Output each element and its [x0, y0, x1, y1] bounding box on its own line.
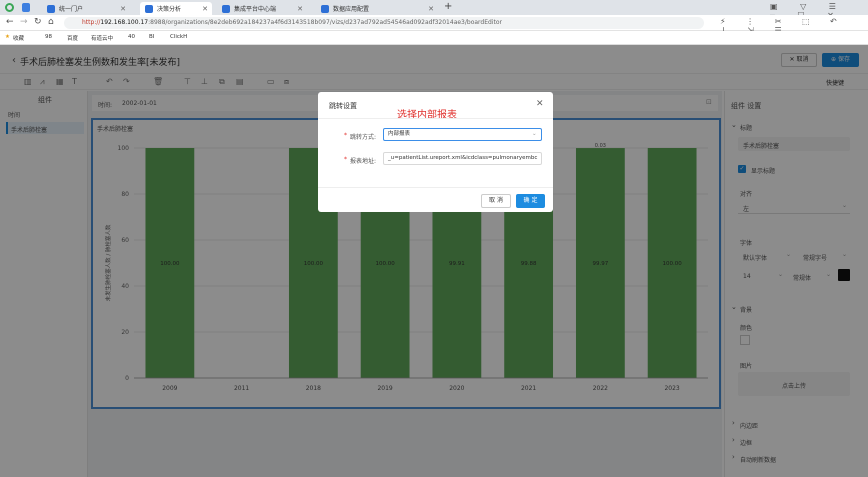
browser-logo-icon[interactable]	[5, 3, 14, 12]
dialog-cancel-button[interactable]: 取 消	[481, 194, 511, 208]
tab-integration-center[interactable]: 集成平台中心端 ✕	[217, 2, 307, 15]
bookmark-item[interactable]: BI	[149, 34, 154, 40]
url-input[interactable]: http://192.168.100.17:8988/organizations…	[64, 17, 704, 29]
url-scheme: http://	[82, 19, 101, 26]
close-icon[interactable]: ✕	[202, 5, 208, 13]
url-path: :8988/organizations/8e2deb692a184237a4f6…	[148, 19, 502, 26]
close-icon[interactable]: ✕	[120, 5, 126, 13]
chevron-down-icon: ⌄	[532, 131, 537, 137]
bookmark-item[interactable]: 40	[128, 34, 135, 40]
url-host: 192.168.100.17	[100, 19, 149, 26]
dialog-divider	[318, 118, 553, 119]
bookmark-item[interactable]: 有道云中	[91, 34, 113, 42]
required-mark: *	[344, 132, 347, 139]
tab-label: 统一门户	[59, 6, 84, 13]
new-tab-button[interactable]: +	[444, 1, 452, 12]
tab-favicon-icon	[222, 4, 230, 13]
browser-tab-bar: 统一门户✕ 决策分析✕ 集成平台中心端✕ 数据应用配置✕ + ▣ ▽ ☰ ─ ☐…	[0, 0, 868, 20]
jump-type-label: 跳转方式:	[350, 134, 377, 141]
tab-portal[interactable]: 统一门户 ✕	[42, 2, 130, 15]
tab-decision-analysis[interactable]: 决策分析 ✕	[140, 2, 212, 15]
bookmark-item[interactable]: 百度	[67, 34, 78, 42]
address-bar-row: ← → ↻ ⌂ http://192.168.100.17:8988/organ…	[0, 15, 868, 35]
home-icon[interactable]: ⌂	[48, 17, 54, 27]
jump-type-select[interactable]: 内部报表 ⌄	[383, 128, 542, 141]
tab-data-app-config[interactable]: 数据应用配置 ✕	[316, 2, 438, 15]
report-url-input[interactable]: _u=patientList.ureport.xml&icdclass=pulm…	[383, 152, 542, 165]
tab-label: 数据应用配置	[333, 6, 370, 13]
back-icon[interactable]: ←	[6, 17, 14, 27]
bookmark-item[interactable]: 98	[45, 34, 52, 40]
tab-favicon-icon	[47, 4, 55, 13]
dialog-ok-label: 确 定	[523, 197, 538, 204]
dialog-footer-divider	[318, 187, 553, 188]
reload-icon[interactable]: ↻	[34, 17, 42, 27]
close-icon[interactable]: ✕	[428, 5, 434, 13]
tab-label: 决策分析	[157, 6, 182, 13]
bookmarks-bar: ★ 收藏 98 百度 有道云中 40 BI ClickH	[0, 31, 868, 45]
required-mark: *	[344, 156, 347, 163]
jump-settings-dialog: 跳转设置 选择内部报表 ✕ * 跳转方式: 内部报表 ⌄ * 报表地址: _u=…	[318, 92, 553, 212]
dialog-cancel-label: 取 消	[489, 197, 503, 204]
bookmark-star-icon[interactable]: ★	[5, 34, 10, 40]
bookmark-item[interactable]: 收藏	[13, 34, 24, 42]
shield-icon[interactable]	[22, 3, 30, 12]
jump-type-value: 内部报表	[388, 131, 411, 137]
bookmark-item[interactable]: ClickH	[170, 34, 187, 40]
report-url-value: _u=patientList.ureport.xml&icdclass=pulm…	[388, 155, 538, 161]
dialog-ok-button[interactable]: 确 定	[516, 194, 545, 208]
dialog-title: 跳转设置	[329, 102, 357, 110]
tab-label: 集成平台中心端	[234, 6, 277, 13]
tab-favicon-icon	[145, 4, 153, 13]
tab-favicon-icon	[321, 4, 329, 13]
forward-icon[interactable]: →	[20, 17, 28, 27]
close-icon[interactable]: ✕	[297, 5, 303, 13]
report-url-label: 报表地址:	[350, 158, 377, 165]
close-icon[interactable]: ✕	[536, 99, 544, 109]
